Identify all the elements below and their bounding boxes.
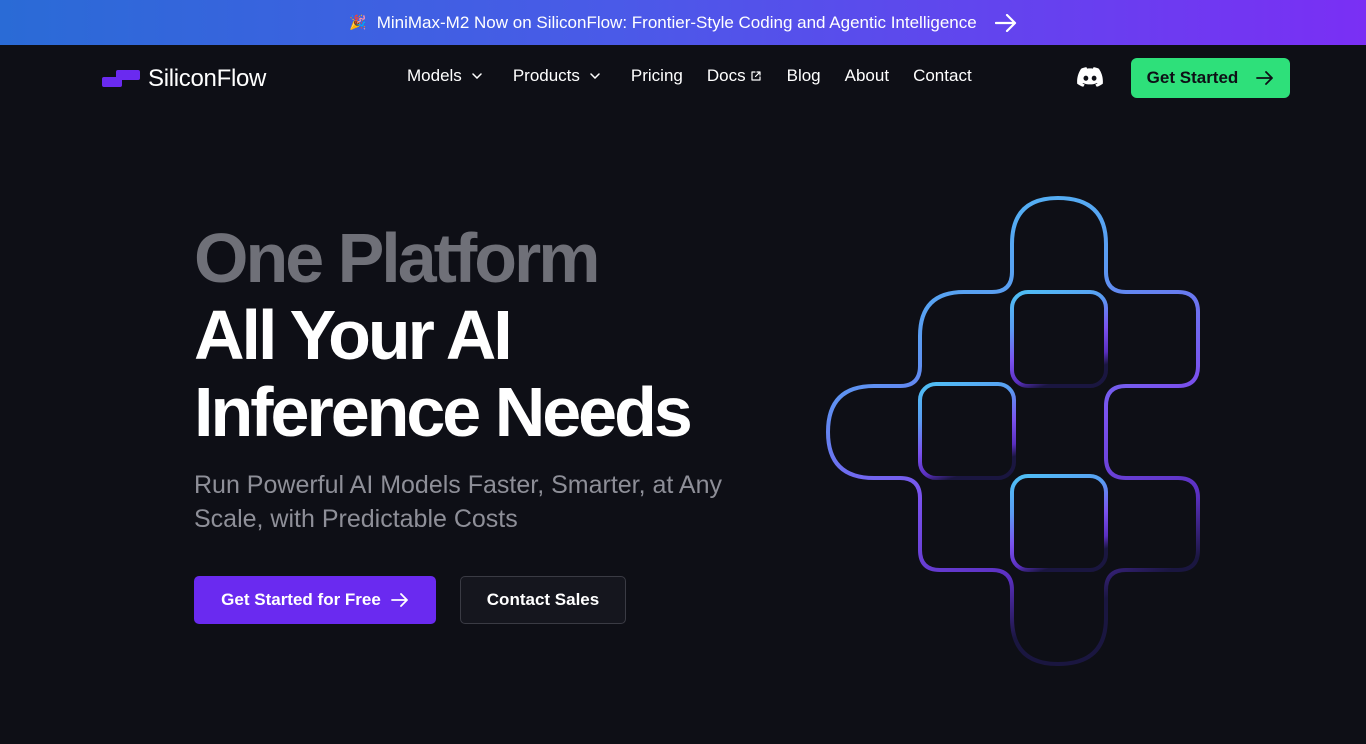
nav-item-blog[interactable]: Blog — [787, 66, 821, 86]
arrow-right-icon — [390, 593, 409, 607]
hero-grid-graphic — [820, 192, 1210, 672]
hero-title-line1: One Platform — [194, 219, 601, 297]
nav-item-label: Blog — [786, 66, 821, 85]
nav-item-pricing[interactable]: Pricing — [631, 66, 683, 86]
hero-subtitle: Run Powerful AI Models Faster, Smarter, … — [194, 471, 723, 533]
arrow-right-icon — [1256, 71, 1274, 85]
nav-item-contact[interactable]: Contact — [913, 66, 972, 86]
brand-name: SiliconFlow — [148, 65, 267, 92]
top-nav: SiliconFlow Models Products Pricing Docs… — [0, 45, 1366, 111]
nav-item-about[interactable]: About — [845, 66, 889, 86]
nav-item-label: Models — [407, 66, 462, 85]
nav-item-label: Products — [512, 66, 580, 85]
nav-item-label: Contact — [913, 66, 972, 85]
announcement-text[interactable]: MiniMax-M2 Now on SiliconFlow: Frontier-… — [377, 13, 977, 33]
chevron-down-icon — [590, 73, 600, 79]
nav-item-docs[interactable]: Docs — [707, 66, 762, 86]
hero-title-line3: Inference Needs — [194, 373, 693, 451]
nav-item-label: Docs — [706, 66, 746, 85]
nav-item-label: About — [844, 66, 890, 85]
hero-title-line2: All Your AI — [194, 296, 513, 374]
logo[interactable]: SiliconFlow — [102, 65, 266, 93]
discord-icon[interactable] — [1077, 67, 1103, 89]
get-started-label: Get Started — [1146, 68, 1239, 87]
get-started-free-label: Get Started for Free — [221, 590, 381, 609]
hero-title: One Platform All Your AI Inference Needs — [194, 219, 693, 451]
nav-links: Models Products Pricing Docs Blog About — [407, 66, 972, 86]
contact-sales-label: Contact Sales — [486, 590, 600, 609]
siliconflow-logo-icon — [102, 69, 140, 89]
nav-item-products[interactable]: Products — [513, 66, 600, 86]
get-started-free-button[interactable]: Get Started for Free — [194, 576, 436, 624]
nav-item-label: Pricing — [630, 66, 683, 85]
nav-item-models[interactable]: Models — [407, 66, 482, 86]
arrow-right-icon[interactable] — [994, 13, 1017, 32]
announcement-bar[interactable]: 🎉 MiniMax-M2 Now on SiliconFlow: Frontie… — [0, 0, 1366, 45]
get-started-button[interactable]: Get Started — [1131, 58, 1290, 98]
contact-sales-button[interactable]: Contact Sales — [460, 576, 626, 624]
external-link-icon — [750, 70, 762, 82]
chevron-down-icon — [472, 73, 482, 79]
party-popper-icon: 🎉 — [349, 14, 367, 30]
